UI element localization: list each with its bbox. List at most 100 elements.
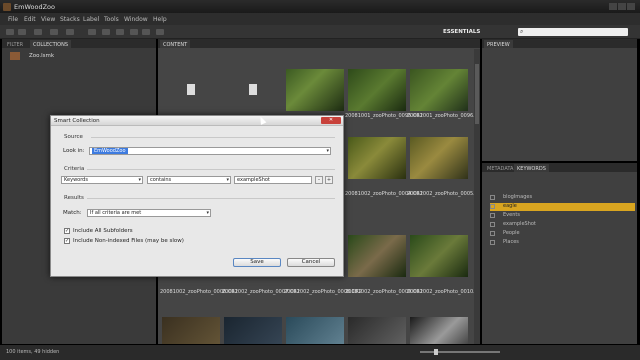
close-icon[interactable] [627, 3, 635, 10]
chevron-down-icon: ▾ [226, 177, 229, 183]
dialog-title: Smart Collection [54, 118, 100, 124]
slider-knob[interactable] [434, 349, 438, 355]
keyword-item[interactable]: Places [490, 239, 635, 247]
tab-metadata[interactable]: METADATA [484, 164, 516, 172]
thumbnail-item[interactable] [410, 317, 468, 344]
add-criteria-button[interactable]: + [325, 176, 333, 184]
dialog-title-bar: Smart Collection ✕ [51, 116, 343, 126]
thumbnail-item[interactable] [162, 69, 220, 111]
keyword-item[interactable]: People [490, 230, 635, 238]
keyword-checkbox[interactable] [490, 213, 495, 218]
keyword-checkbox[interactable] [490, 231, 495, 236]
cancel-button[interactable]: Cancel [287, 258, 335, 267]
include-nonindexed-checkbox[interactable]: ✓ [64, 238, 70, 244]
tab-collections[interactable]: COLLECTIONS [30, 40, 72, 48]
thumbnail-item[interactable] [348, 137, 406, 179]
recent-icon[interactable] [66, 29, 74, 35]
thumbnail-caption: 20081002_zooPhoto_0010.CR2 [407, 289, 476, 295]
keyword-checkbox[interactable] [490, 222, 495, 227]
search-input[interactable]: ⌕ [518, 28, 628, 36]
animal-photo [224, 317, 282, 344]
thumbnail-caption: 20081002_zooPhoto_0005.CR2 [407, 191, 476, 197]
match-dropdown[interactable]: If all criteria are met ▾ [87, 209, 211, 217]
criteria-value-input[interactable]: exampleShot [234, 176, 312, 184]
refine-icon[interactable] [102, 29, 110, 35]
chevron-down-icon: ▾ [326, 148, 329, 154]
criteria-operator-dropdown[interactable]: contains ▾ [147, 176, 231, 184]
delete-icon[interactable] [156, 29, 164, 35]
menu-label[interactable]: Label [83, 16, 99, 23]
thumbnail-item[interactable] [224, 69, 282, 111]
divider [87, 169, 335, 170]
forward-icon[interactable] [18, 29, 26, 35]
menu-stacks[interactable]: Stacks [60, 16, 80, 23]
rotate-left-icon[interactable] [130, 29, 138, 35]
keyword-item-selected[interactable]: eagle [490, 203, 635, 211]
menu-edit[interactable]: Edit [24, 16, 36, 23]
thumbnail-item[interactable] [162, 317, 220, 344]
workspace-essentials[interactable]: ESSENTIALS [443, 29, 480, 35]
thumbnail-caption: 20081001_zooPhoto_0095.CR2 [345, 113, 423, 119]
menu-view[interactable]: View [41, 16, 55, 23]
camera-icon[interactable] [88, 29, 96, 35]
menu-bar: File Edit View Stacks Label Tools Window… [0, 13, 640, 25]
favorites-icon[interactable] [50, 29, 58, 35]
folder-up-icon[interactable] [34, 29, 42, 35]
keyword-item[interactable]: blogImages [490, 194, 635, 202]
look-in-dropdown[interactable]: EmWoodZoo ▾ [89, 147, 331, 155]
divider [87, 198, 335, 199]
smart-collection-dialog: Smart Collection ✕ Source Look in: EmWoo… [50, 115, 344, 277]
keyword-item[interactable]: exampleShot [490, 221, 635, 229]
keyword-item[interactable]: Events [490, 212, 635, 220]
criteria-field-dropdown[interactable]: Keywords ▾ [61, 176, 143, 184]
thumbnail-item[interactable] [410, 137, 468, 179]
thumbnail-size-slider[interactable] [420, 351, 500, 353]
animal-photo [410, 235, 468, 277]
keywords-tab-row: METADATA KEYWORDS [482, 163, 637, 172]
thumbnail-item[interactable] [348, 317, 406, 344]
content-scrollbar[interactable] [474, 49, 480, 344]
maximize-icon[interactable] [618, 3, 626, 10]
menu-tools[interactable]: Tools [104, 16, 119, 23]
thumbnail-item[interactable] [348, 69, 406, 111]
scrollbar-thumb[interactable] [475, 64, 479, 124]
look-in-value: EmWoodZoo [92, 148, 128, 154]
look-in-label: Look in: [63, 148, 85, 154]
menu-window[interactable]: Window [124, 16, 148, 23]
tab-preview[interactable]: PREVIEW [484, 40, 513, 48]
back-icon[interactable] [6, 29, 14, 35]
source-heading: Source [64, 134, 83, 140]
tab-keywords[interactable]: KEYWORDS [514, 164, 549, 172]
thumbnail-item[interactable] [410, 235, 468, 277]
remove-criteria-button[interactable]: – [315, 176, 323, 184]
tab-content[interactable]: CONTENT [160, 40, 191, 48]
preview-panel: PREVIEW [482, 39, 637, 161]
match-value: If all criteria are met [90, 210, 142, 216]
criteria-operator-value: contains [150, 177, 172, 183]
thumbnail-caption: 20081002_zooPhoto_0004.CR2 [345, 191, 423, 197]
tab-filter[interactable]: FILTER [4, 40, 26, 48]
thumbnail-item[interactable] [286, 69, 344, 111]
thumbnail-item[interactable] [286, 317, 344, 344]
minimize-icon[interactable] [609, 3, 617, 10]
save-button[interactable]: Save [233, 258, 281, 267]
keyword-checkbox[interactable] [490, 204, 495, 209]
keyword-checkbox[interactable] [490, 195, 495, 200]
dialog-close-icon[interactable]: ✕ [321, 117, 341, 124]
eagle-photo [410, 69, 468, 111]
include-subfolders-checkbox[interactable]: ✓ [64, 228, 70, 234]
thumbnail-caption: 20081002_zooPhoto_0009.CR2 [345, 289, 423, 295]
keyword-checkbox[interactable] [490, 240, 495, 245]
left-tab-row: FILTER COLLECTIONS [2, 39, 156, 48]
thumbnail-item[interactable] [410, 69, 468, 111]
thumbnail-item[interactable] [224, 317, 282, 344]
thumbnail-item[interactable] [348, 235, 406, 277]
document-icon [187, 84, 195, 95]
menu-file[interactable]: File [8, 16, 18, 23]
menu-help[interactable]: Help [153, 16, 167, 23]
rotate-right-icon[interactable] [142, 29, 150, 35]
open-in-camera-raw-icon[interactable] [116, 29, 124, 35]
deer-photo [348, 137, 406, 179]
results-heading: Results [64, 195, 84, 201]
toolbar: ESSENTIALS ⌕ [0, 25, 640, 39]
